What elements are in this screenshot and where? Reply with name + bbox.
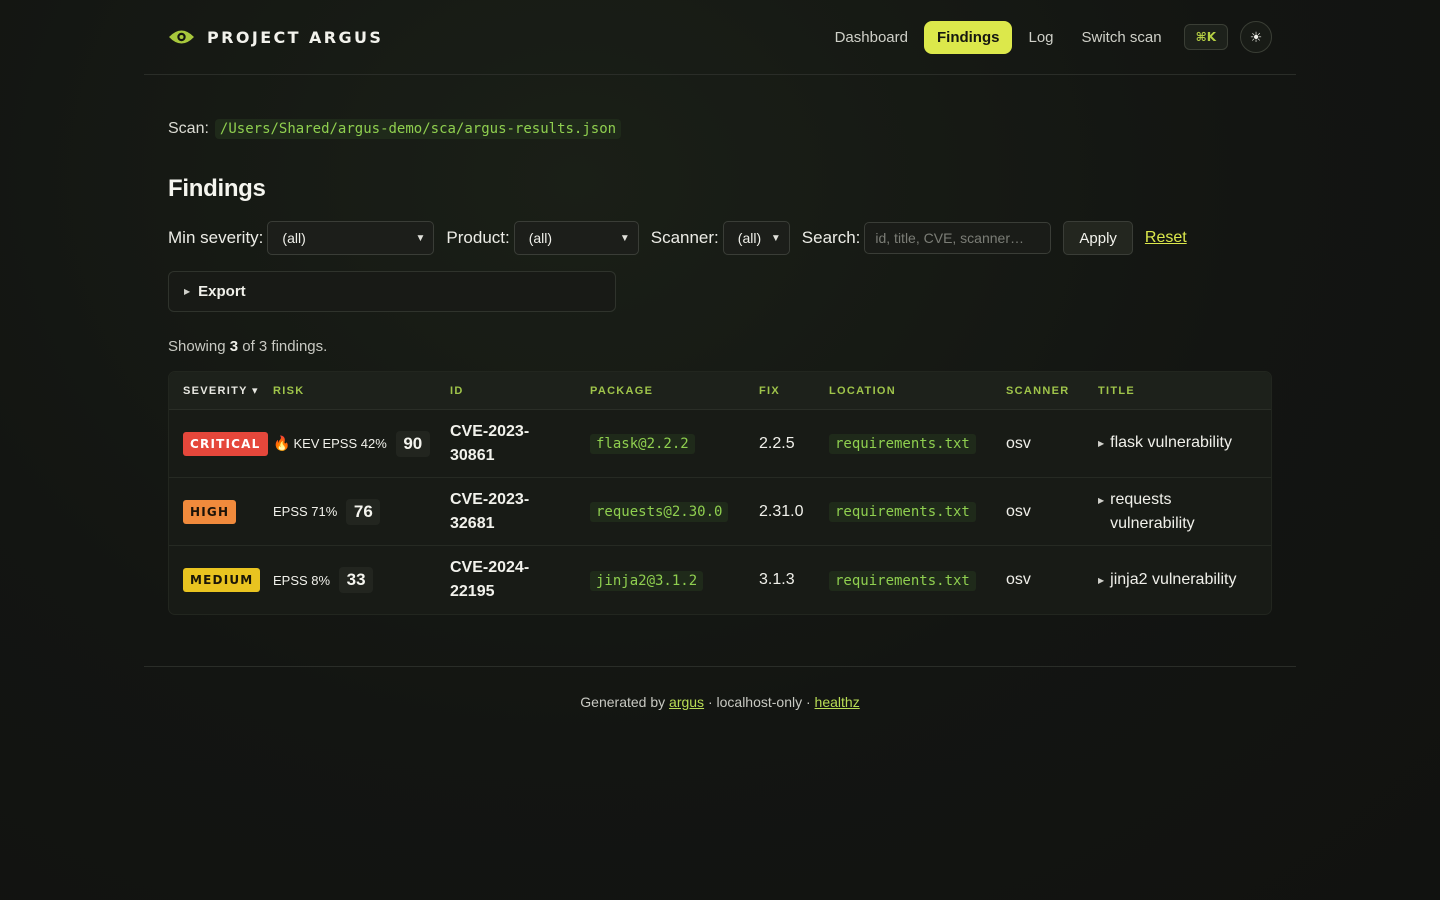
header-scanner[interactable]: SCANNER: [1006, 385, 1098, 397]
risk-tags: EPSS 71%: [273, 504, 337, 519]
risk-score: 33: [339, 567, 374, 593]
title-disclosure[interactable]: ▶ requests vulnerability: [1098, 488, 1271, 536]
disclosure-triangle-icon: ▶: [1098, 495, 1105, 505]
table-row[interactable]: HIGH EPSS 71% 76 CVE-2023-32681 requests…: [169, 478, 1271, 546]
finding-title: requests vulnerability: [1110, 490, 1195, 532]
main-nav: Dashboard Findings Log Switch scan ⌘K ☀: [823, 20, 1272, 54]
search-label: Search:: [801, 228, 861, 247]
reset-link[interactable]: Reset: [1145, 229, 1187, 247]
package-code: requests@2.30.0: [590, 502, 729, 522]
title-disclosure[interactable]: ▶ flask vulnerability: [1098, 431, 1271, 456]
summary-prefix: Showing: [168, 338, 226, 355]
summary-count: 3: [229, 338, 239, 355]
disclosure-triangle-icon: ▶: [184, 287, 191, 296]
findings-table: SEVERITY ▾ RISK ID PACKAGE FIX LOCATION …: [168, 371, 1272, 615]
argus-link[interactable]: argus: [669, 694, 704, 710]
scanner-value: (all): [737, 230, 762, 246]
epss-tag: EPSS 42%: [322, 436, 387, 451]
nav-dashboard[interactable]: Dashboard: [823, 21, 920, 54]
filter-bar: Min severity: (all) ▼ Product: (all) ▼ S…: [168, 221, 1272, 255]
header-id[interactable]: ID: [450, 385, 590, 397]
page-footer: Generated by argus · localhost-only · he…: [144, 666, 1296, 710]
risk-tags: 🔥 KEV EPSS 42%: [273, 435, 387, 452]
chevron-down-icon: ▼: [770, 232, 781, 244]
location-code: requirements.txt: [829, 570, 976, 591]
search-input[interactable]: [864, 222, 1052, 254]
severity-badge: HIGH: [183, 499, 237, 524]
scanner-name: osv: [1006, 434, 1031, 452]
page-title: Findings: [168, 175, 266, 202]
package-code: flask@2.2.2: [590, 434, 695, 454]
scan-info: Scan: /Users/Shared/argus-demo/sca/argus…: [168, 119, 1272, 139]
severity-badge: CRITICAL: [183, 431, 268, 456]
fix-version: 2.2.5: [759, 434, 795, 452]
export-disclosure[interactable]: ▶ Export: [168, 271, 616, 312]
disclosure-triangle-icon: ▶: [1098, 439, 1105, 448]
scan-path: /Users/Shared/argus-demo/sca/argus-resul…: [214, 119, 622, 139]
theme-toggle-button[interactable]: ☀: [1240, 21, 1272, 53]
apply-button[interactable]: Apply: [1063, 221, 1133, 255]
product-select[interactable]: (all) ▼: [513, 221, 639, 255]
footer-middle: · localhost-only ·: [707, 694, 811, 710]
finding-title: flask vulnerability: [1110, 434, 1232, 451]
scanner-select[interactable]: (all) ▼: [722, 221, 790, 255]
location-code: requirements.txt: [829, 502, 976, 522]
header-package[interactable]: PACKAGE: [590, 385, 759, 397]
scanner-name: osv: [1006, 502, 1031, 520]
command-palette-shortcut[interactable]: ⌘K: [1183, 24, 1228, 50]
nav-switch-scan[interactable]: Switch scan: [1070, 21, 1174, 54]
main-content: Scan: /Users/Shared/argus-demo/sca/argus…: [144, 119, 1296, 615]
epss-tag: EPSS 71%: [273, 504, 338, 519]
product-value: (all): [528, 230, 553, 246]
chevron-down-icon: ▼: [619, 232, 630, 244]
fire-icon: 🔥: [273, 435, 291, 451]
nav-log[interactable]: Log: [1016, 21, 1065, 54]
fix-version: 2.31.0: [759, 502, 804, 520]
header-title[interactable]: TITLE: [1098, 385, 1271, 397]
brand[interactable]: PROJECT ARGUS: [168, 28, 383, 47]
summary-suffix: of 3 findings.: [242, 338, 328, 355]
finding-id[interactable]: CVE-2023-30861: [450, 420, 560, 468]
scan-label: Scan:: [168, 120, 209, 137]
risk-score: 76: [346, 498, 381, 525]
risk-tags: EPSS 8%: [273, 573, 330, 588]
table-row[interactable]: CRITICAL 🔥 KEV EPSS 42% 90 CVE-2023-3086…: [169, 410, 1271, 478]
header-severity[interactable]: SEVERITY ▾: [169, 384, 273, 397]
scanner-name: osv: [1006, 571, 1031, 588]
header-location[interactable]: LOCATION: [829, 385, 1006, 397]
healthz-link[interactable]: healthz: [815, 694, 860, 710]
severity-badge: MEDIUM: [183, 568, 261, 592]
table-header: SEVERITY ▾ RISK ID PACKAGE FIX LOCATION …: [169, 372, 1271, 410]
sun-icon: ☀: [1249, 28, 1263, 45]
risk-score: 90: [395, 430, 430, 457]
min-severity-select[interactable]: (all) ▼: [267, 221, 435, 255]
fix-version: 3.1.3: [759, 571, 795, 588]
kev-tag: KEV: [293, 436, 320, 451]
finding-id[interactable]: CVE-2024-22195: [450, 556, 560, 604]
min-severity-value: (all): [282, 230, 306, 246]
export-label: Export: [198, 283, 246, 300]
epss-tag: EPSS 8%: [273, 572, 331, 588]
brand-name: PROJECT ARGUS: [207, 27, 384, 47]
table-row[interactable]: MEDIUM EPSS 8% 33 CVE-2024-22195 jinja2@…: [169, 546, 1271, 614]
top-header: PROJECT ARGUS Dashboard Findings Log Swi…: [144, 0, 1296, 75]
product-label: Product:: [446, 228, 510, 247]
eye-icon: [169, 30, 194, 44]
footer-prefix: Generated by: [580, 694, 666, 710]
header-fix[interactable]: FIX: [759, 385, 829, 397]
package-code: jinja2@3.1.2: [590, 570, 704, 591]
finding-id[interactable]: CVE-2023-32681: [450, 488, 560, 536]
title-disclosure[interactable]: ▶ jinja2 vulnerability: [1098, 568, 1271, 593]
location-code: requirements.txt: [829, 434, 976, 454]
header-risk[interactable]: RISK: [273, 385, 450, 397]
results-summary: Showing 3 of 3 findings.: [168, 338, 1272, 355]
disclosure-triangle-icon: ▶: [1098, 575, 1105, 585]
nav-findings[interactable]: Findings: [923, 20, 1013, 54]
min-severity-label: Min severity:: [168, 228, 264, 247]
chevron-down-icon: ▼: [415, 232, 426, 244]
app-container: PROJECT ARGUS Dashboard Findings Log Swi…: [144, 0, 1296, 710]
scanner-label: Scanner:: [650, 228, 719, 247]
finding-title: jinja2 vulnerability: [1110, 570, 1237, 588]
